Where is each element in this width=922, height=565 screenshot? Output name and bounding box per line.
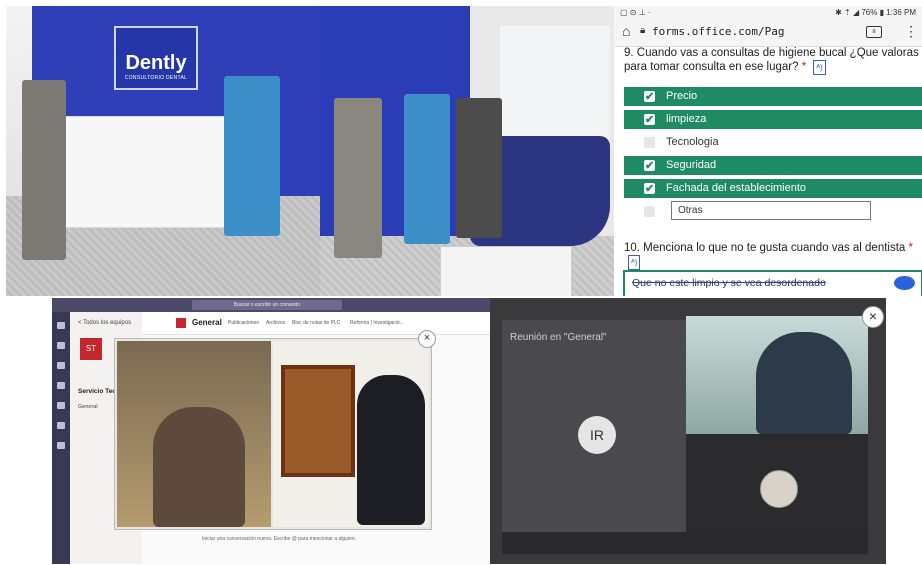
otras-placeholder: Otras bbox=[678, 205, 703, 216]
otras-input[interactable]: Otras bbox=[671, 201, 871, 220]
close-icon[interactable]: × bbox=[862, 306, 884, 328]
required-star: * bbox=[908, 242, 913, 254]
channel-item-general[interactable]: General bbox=[78, 404, 98, 410]
person-scrubs bbox=[224, 76, 280, 236]
phone-form-screenshot: ▢ ⊙ ⊥ · ✱ ⇡ ◢ 76% ▮ 1:36 PM ⌂ 🔒︎ forms.o… bbox=[614, 6, 922, 296]
home-icon[interactable]: ⌂ bbox=[622, 23, 630, 39]
checkbox-checked-icon[interactable]: ✔ bbox=[644, 114, 655, 126]
lock-icon: 🔒︎ bbox=[640, 25, 646, 36]
option-label: Tecnologia bbox=[666, 136, 719, 148]
participant-video bbox=[686, 316, 868, 434]
logo-sub-text: CONSULTORIO DENTAL bbox=[124, 75, 188, 81]
person-glasses bbox=[756, 332, 852, 434]
url-text[interactable]: forms.office.com/Pag bbox=[652, 25, 784, 38]
question-9: 9. Cuando vas a consultas de higiene buc… bbox=[624, 47, 919, 75]
question-9-text: 9. Cuando vas a consultas de higiene buc… bbox=[624, 47, 919, 73]
chat-icon[interactable] bbox=[57, 342, 65, 349]
photo-clinic-reception: Dently CONSULTORIO DENTAL bbox=[6, 6, 320, 296]
teams-icon[interactable] bbox=[57, 362, 65, 369]
option-precio[interactable]: ✔ Precio bbox=[624, 87, 922, 106]
question-10: 10. Menciona lo que no te gusta cuando v… bbox=[624, 242, 919, 270]
meeting-controls-bar[interactable] bbox=[502, 532, 868, 554]
answer-text: Que no este limpio y se vea desordenado bbox=[632, 277, 826, 289]
option-label: limpieza bbox=[666, 113, 707, 125]
logo-brand-text: Dently bbox=[125, 52, 187, 74]
clinic-logo: Dently CONSULTORIO DENTAL bbox=[114, 26, 198, 90]
option-seguridad[interactable]: ✔ Seguridad bbox=[624, 156, 922, 175]
files-icon[interactable] bbox=[57, 442, 65, 449]
channel-header: General Publicaciones Archivos Bloc de n… bbox=[142, 312, 490, 335]
team-avatar: ST bbox=[80, 338, 102, 360]
calls-icon[interactable] bbox=[57, 422, 65, 429]
wall-painting bbox=[281, 365, 355, 477]
dental-unit bbox=[440, 246, 572, 296]
activity-icon[interactable] bbox=[57, 322, 65, 329]
tab-bloc-notas[interactable]: Bloc de notas de PLC bbox=[292, 320, 340, 326]
checkbox-unchecked-icon[interactable] bbox=[644, 206, 655, 217]
person-dark-shirt bbox=[357, 375, 425, 525]
checkbox-checked-icon[interactable]: ✔ bbox=[644, 91, 655, 103]
immersive-reader-icon[interactable]: ᴬ) bbox=[813, 60, 826, 75]
tab-publicaciones[interactable]: Publicaciones bbox=[228, 320, 259, 326]
video-popup bbox=[114, 338, 432, 530]
teams-call-window: Buscar o escribir un comando < Todos los… bbox=[52, 298, 490, 564]
reception-desk bbox=[54, 116, 234, 228]
browser-url-bar[interactable]: ⌂ 🔒︎ forms.office.com/Pag ≡ ⋮ bbox=[614, 20, 922, 47]
participant-video-2 bbox=[273, 341, 429, 527]
meeting-title: Reunión en "General" bbox=[510, 332, 607, 343]
checkbox-unchecked-icon[interactable] bbox=[644, 137, 655, 148]
question-10-text: 10. Menciona lo que no te gusta cuando v… bbox=[624, 242, 906, 254]
tab-reforma[interactable]: Reforma | Investigació... bbox=[350, 320, 404, 326]
participant-video-1 bbox=[117, 341, 271, 527]
checkbox-checked-icon[interactable]: ✔ bbox=[644, 183, 655, 195]
tab-archivos[interactable]: Archivos bbox=[266, 320, 285, 326]
required-star: * bbox=[801, 61, 807, 73]
close-icon[interactable]: × bbox=[418, 330, 436, 348]
person-cap bbox=[153, 407, 245, 527]
self-view-thumbnail bbox=[760, 470, 798, 508]
option-label: Fachada del establecimiento bbox=[666, 182, 807, 194]
immersive-reader-icon[interactable]: ᴬ) bbox=[628, 255, 641, 270]
back-to-teams-link[interactable]: < Todos los equipos bbox=[78, 320, 131, 326]
compose-box[interactable]: Iniciar una conversación nueva. Escribe … bbox=[202, 536, 460, 550]
photo-dental-chair-group bbox=[320, 6, 614, 296]
status-bar: ▢ ⊙ ⊥ · ✱ ⇡ ◢ 76% ▮ 1:36 PM bbox=[614, 6, 922, 20]
app-rail bbox=[52, 312, 70, 564]
person-suit bbox=[334, 98, 382, 258]
option-tecnologia[interactable]: Tecnologia bbox=[624, 133, 922, 152]
status-left: ▢ ⊙ ⊥ · bbox=[620, 8, 651, 17]
team-name[interactable]: Servicio Tec bbox=[78, 388, 116, 395]
channel-avatar bbox=[176, 318, 186, 328]
participant-avatar: IR bbox=[578, 416, 616, 454]
option-label: Precio bbox=[666, 90, 698, 102]
checkbox-checked-icon[interactable]: ✔ bbox=[644, 160, 655, 172]
menu-icon[interactable]: ⋮ bbox=[904, 23, 918, 40]
channel-name: General bbox=[192, 318, 222, 327]
person-scrubs bbox=[404, 94, 450, 244]
option-limpieza[interactable]: ✔ limpieza bbox=[624, 110, 922, 129]
status-right: ✱ ⇡ ◢ 76% ▮ 1:36 PM bbox=[835, 8, 916, 17]
assignments-icon[interactable] bbox=[57, 382, 65, 389]
search-input[interactable]: Buscar o escribir un comando bbox=[192, 300, 342, 310]
mic-icon[interactable] bbox=[894, 276, 915, 290]
option-otras[interactable] bbox=[624, 202, 664, 221]
option-label: Seguridad bbox=[666, 159, 717, 171]
person-suit bbox=[22, 80, 66, 260]
tabs-icon[interactable]: ≡ bbox=[866, 26, 882, 38]
option-fachada[interactable]: ✔ Fachada del establecimiento bbox=[624, 179, 922, 198]
teams-meeting-window: Reunión en "General" IR × bbox=[490, 298, 886, 564]
calendar-icon[interactable] bbox=[57, 402, 65, 409]
person-jacket bbox=[456, 98, 502, 238]
answer-input[interactable]: Que no este limpio y se vea desordenado bbox=[623, 270, 922, 296]
